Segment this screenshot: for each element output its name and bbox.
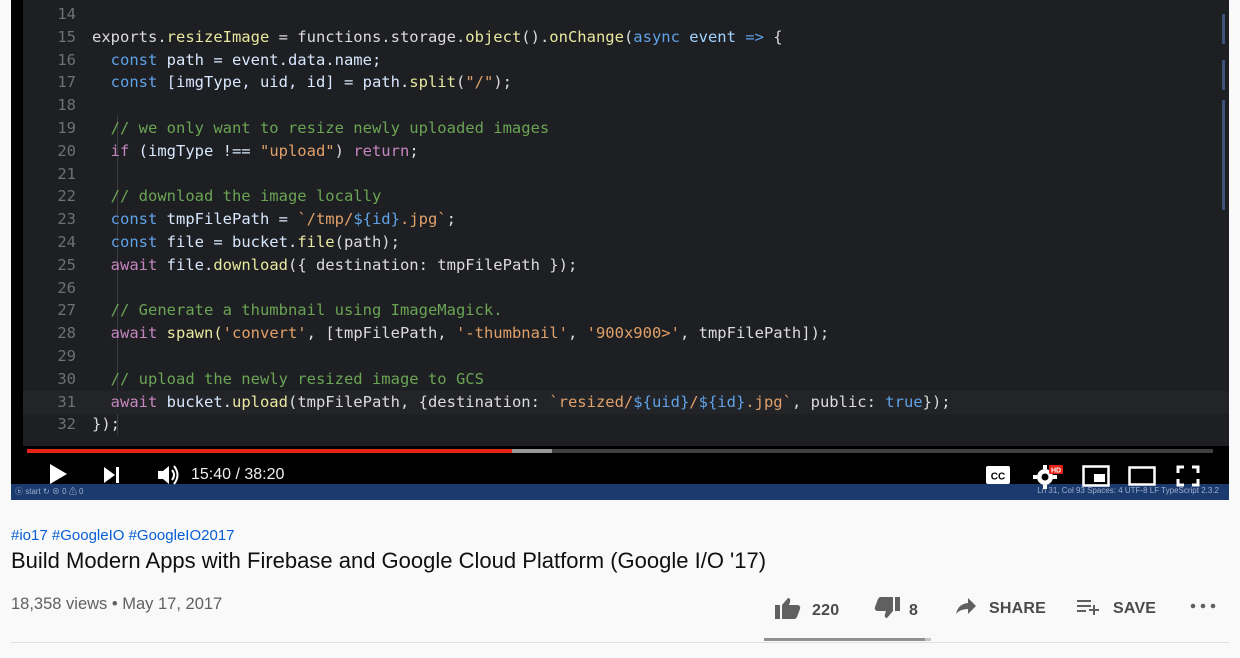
scrollbar-marker <box>1222 14 1225 44</box>
code-text: if (imgType !== "upload") return; <box>92 141 419 160</box>
more-actions-button[interactable] <box>1190 598 1216 616</box>
code-line: 14 <box>23 3 1229 26</box>
line-number: 32 <box>57 415 76 434</box>
settings-gear-icon[interactable]: HD <box>1033 463 1063 494</box>
skip-next-icon[interactable] <box>102 465 122 490</box>
code-text: const file = bucket.file(path); <box>92 233 400 251</box>
line-number: 20 <box>57 141 76 160</box>
share-label: SHARE <box>989 599 1047 617</box>
line-number: 25 <box>57 255 76 274</box>
line-number: 16 <box>57 50 76 69</box>
code-line: 24 const file = bucket.file(path); <box>23 231 1229 254</box>
thumbs-up-icon <box>774 596 802 625</box>
line-number: 29 <box>57 347 76 365</box>
like-button[interactable]: 220 <box>774 596 839 625</box>
scrollbar-marker <box>1222 60 1225 90</box>
code-line: 32}); <box>23 413 1229 436</box>
scrollbar-marker <box>1222 100 1225 210</box>
volume-icon[interactable] <box>156 463 182 492</box>
line-number: 18 <box>57 96 76 115</box>
code-text: const path = event.data.name; <box>92 50 382 69</box>
code-line: 28 await spawn('convert', [tmpFilePath, … <box>23 322 1229 345</box>
code-text: exports.resizeImage = functions.storage.… <box>92 27 783 46</box>
dislike-count: 8 <box>909 601 919 619</box>
code-line: 17 const [imgType, uid, id] = path.split… <box>23 71 1229 94</box>
code-text: // upload the newly resized image to GCS <box>92 369 484 388</box>
line-number: 15 <box>57 27 76 46</box>
code-line: 19 // we only want to resize newly uploa… <box>23 117 1229 140</box>
line-number: 19 <box>57 119 76 137</box>
line-number: 26 <box>57 278 76 297</box>
code-text: // download the image locally <box>92 187 382 206</box>
save-label: SAVE <box>1113 599 1157 617</box>
progress-bar[interactable] <box>27 449 1213 453</box>
playlist-add-icon <box>1076 596 1102 621</box>
code-text: await file.download({ destination: tmpFi… <box>92 255 578 274</box>
code-text: const tmpFilePath = `/tmp/${id}.jpg`; <box>92 210 456 229</box>
line-number: 31 <box>57 392 76 411</box>
code-line: 25 await file.download({ destination: tm… <box>23 254 1229 277</box>
time-display: 15:40 / 38:20 <box>191 466 285 483</box>
code-text: const [imgType, uid, id] = path.split("/… <box>92 73 512 92</box>
line-number: 28 <box>57 324 76 343</box>
more-horizontal-icon <box>1190 598 1216 616</box>
thumbs-down-icon <box>873 596 901 625</box>
code-line: 21 <box>23 163 1229 186</box>
dislike-button[interactable]: 8 <box>873 596 918 625</box>
theater-mode-icon[interactable] <box>1128 466 1156 491</box>
video-title: Build Modern Apps with Firebase and Goog… <box>11 548 767 573</box>
video-player[interactable]: 14 15 exports.resizeImage = functions.stor… <box>11 0 1229 500</box>
code-line: 16 const path = event.data.name; <box>23 49 1229 72</box>
cc-icon[interactable]: CC <box>986 466 1010 489</box>
line-number: 14 <box>57 5 76 23</box>
line-number: 30 <box>57 369 76 388</box>
like-count: 220 <box>812 601 840 619</box>
code-line: 27 // Generate a thumbnail using ImageMa… <box>23 299 1229 322</box>
like-ratio-fill <box>764 638 926 641</box>
code-editor-frame: 14 15 exports.resizeImage = functions.stor… <box>23 0 1229 446</box>
code-line: 26 <box>23 277 1229 300</box>
code-line: 22 // download the image locally <box>23 185 1229 208</box>
miniplayer-icon[interactable] <box>1082 465 1110 492</box>
code-text: await bucket.upload(tmpFilePath, {destin… <box>92 392 951 411</box>
code-line: 30 // upload the newly resized image to … <box>23 368 1229 391</box>
code-text: }); <box>92 415 120 434</box>
progress-played <box>27 449 512 453</box>
share-button[interactable]: SHARE <box>954 596 1046 621</box>
code-text: // Generate a thumbnail using ImageMagic… <box>92 301 503 320</box>
view-count-and-date: 18,358 views • May 17, 2017 <box>11 595 223 613</box>
share-arrow-icon <box>954 596 978 621</box>
play-icon[interactable] <box>48 462 68 491</box>
code-line: 31 await bucket.upload(tmpFilePath, {des… <box>23 390 1229 414</box>
hashtags[interactable]: #io17 #GoogleIO #GoogleIO2017 <box>11 527 235 544</box>
line-number: 22 <box>57 187 76 206</box>
code-line: 20 if (imgType !== "upload") return; <box>23 140 1229 163</box>
save-button[interactable]: SAVE <box>1076 596 1156 621</box>
line-number: 17 <box>57 73 76 92</box>
code-line: 29 <box>23 345 1229 368</box>
line-number: 27 <box>57 301 76 320</box>
code-line: 15 exports.resizeImage = functions.storag… <box>23 26 1229 49</box>
line-number: 21 <box>57 164 76 183</box>
line-number: 24 <box>57 233 76 251</box>
svg-text:HD: HD <box>1051 468 1061 475</box>
code-text: await spawn('convert', [tmpFilePath, '-t… <box>92 324 830 343</box>
code-line: 18 <box>23 94 1229 117</box>
code-text: // we only want to resize newly uploaded… <box>92 119 550 137</box>
svg-text:CC: CC <box>991 472 1005 483</box>
divider <box>11 642 1229 643</box>
fullscreen-icon[interactable] <box>1176 465 1200 492</box>
like-dislike-ratio-bar <box>764 638 931 641</box>
line-number: 23 <box>57 210 76 229</box>
code-line: 23 const tmpFilePath = `/tmp/${id}.jpg`; <box>23 208 1229 231</box>
